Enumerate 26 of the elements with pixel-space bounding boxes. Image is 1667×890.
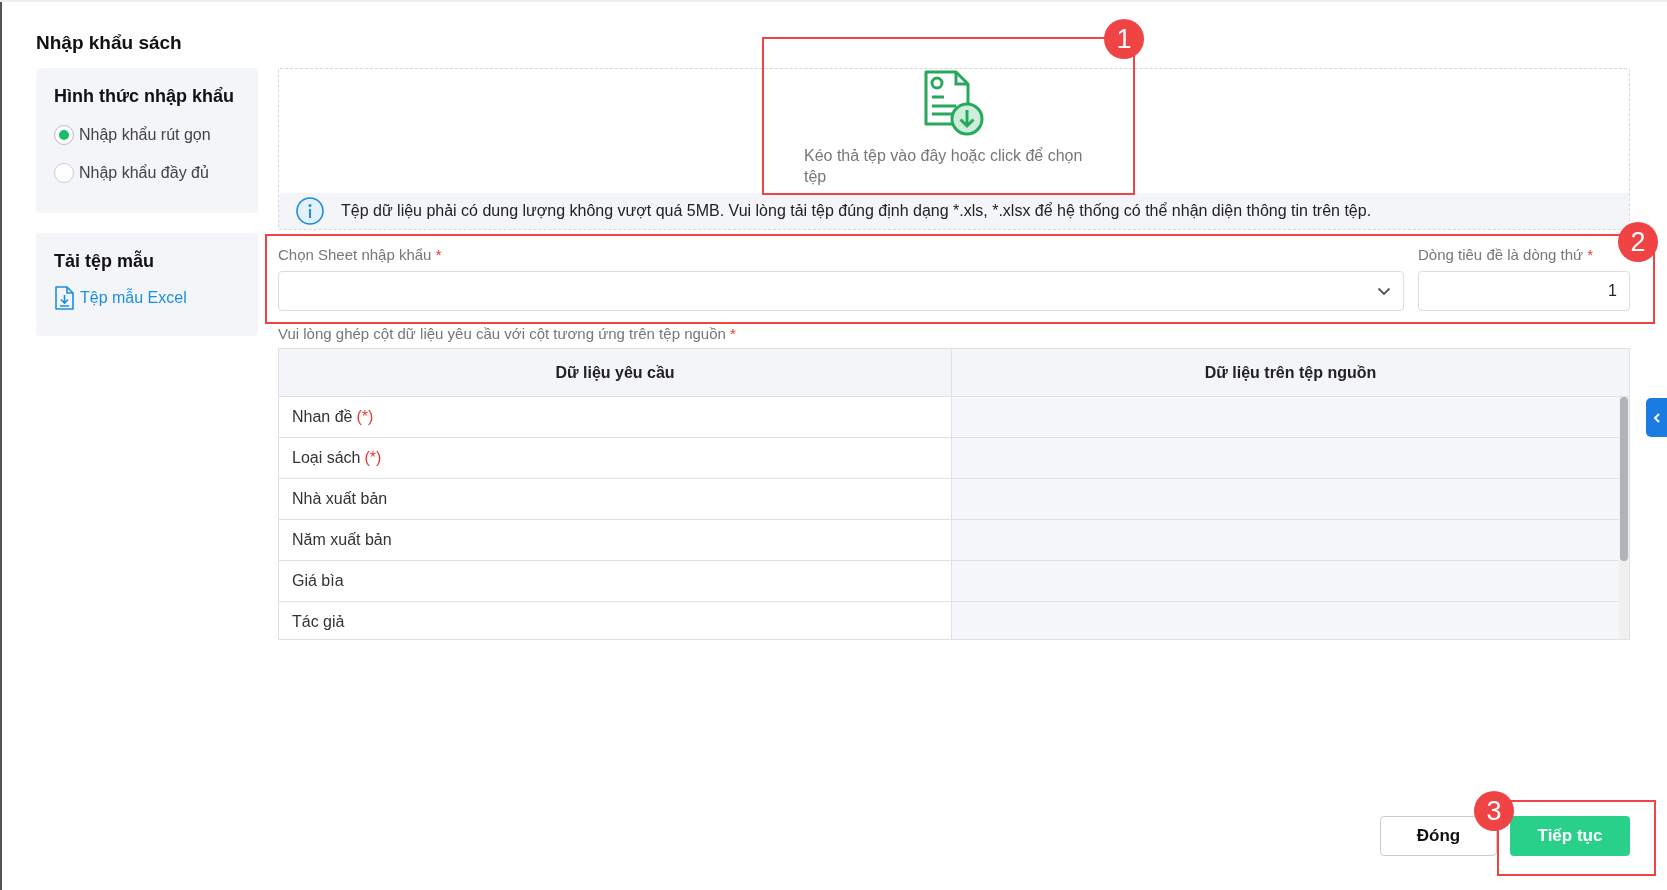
annotation-number: 3 xyxy=(1474,791,1514,831)
scrollbar[interactable] xyxy=(1619,397,1629,639)
header-row-input[interactable]: 1 xyxy=(1418,271,1630,311)
column-header: Dữ liệu trên tệp nguồn xyxy=(1203,362,1378,383)
dropzone-hint: Kéo thả tệp vào đây hoặc click để chọn tệp xyxy=(804,146,1084,187)
collapse-tab[interactable] xyxy=(1646,398,1667,437)
panel-heading: Tải tệp mẫu xyxy=(54,251,156,272)
radio-button[interactable] xyxy=(54,163,74,183)
dialog-title: Nhập khẩu sách xyxy=(36,32,182,54)
file-dropzone[interactable]: Kéo thả tệp vào đây hoặc click để chọn tệp Tệp dữ liệu phải có dung lượng không vượt quá 5MB. Vui lòng tải tệp đúng định dạng *.xls, *.xlsx để hệ thống có thể nhận diện thông tin trên tệp. xyxy=(278,68,1630,230)
radio-label[interactable]: Nhập khẩu rút gọn xyxy=(79,126,211,144)
info-icon xyxy=(295,196,325,226)
radio-button[interactable] xyxy=(54,125,74,145)
field-label: Chọn Sheet nhập khẩu * xyxy=(278,246,443,263)
panel-heading: Hình thức nhập khẩu xyxy=(54,86,236,107)
annotation-number: 1 xyxy=(1104,19,1144,59)
annotation-number: 2 xyxy=(1618,222,1658,262)
info-text: Tệp dữ liệu phải có dung lượng không vượt quá 5MB. Vui lòng tải tệp đúng định dạng *.xls, *.xlsx để hệ thống có thể nhận diện thông tin trên tệp. xyxy=(341,202,1372,220)
chevron-down-icon xyxy=(1377,286,1391,296)
file-download-icon xyxy=(54,286,74,310)
radio-label[interactable]: Nhập khẩu đầy đủ xyxy=(79,164,209,182)
file-download-icon xyxy=(923,69,985,137)
mapping-note: Vui lòng ghép cột dữ liệu yêu cầu với cột tương ứng trên tệp nguồn * xyxy=(278,325,736,342)
chevron-left-icon xyxy=(1652,411,1661,424)
column-header: Dữ liệu yêu cầu xyxy=(279,349,952,396)
field-label: Dòng tiêu đề là dòng thứ * xyxy=(1418,246,1595,263)
